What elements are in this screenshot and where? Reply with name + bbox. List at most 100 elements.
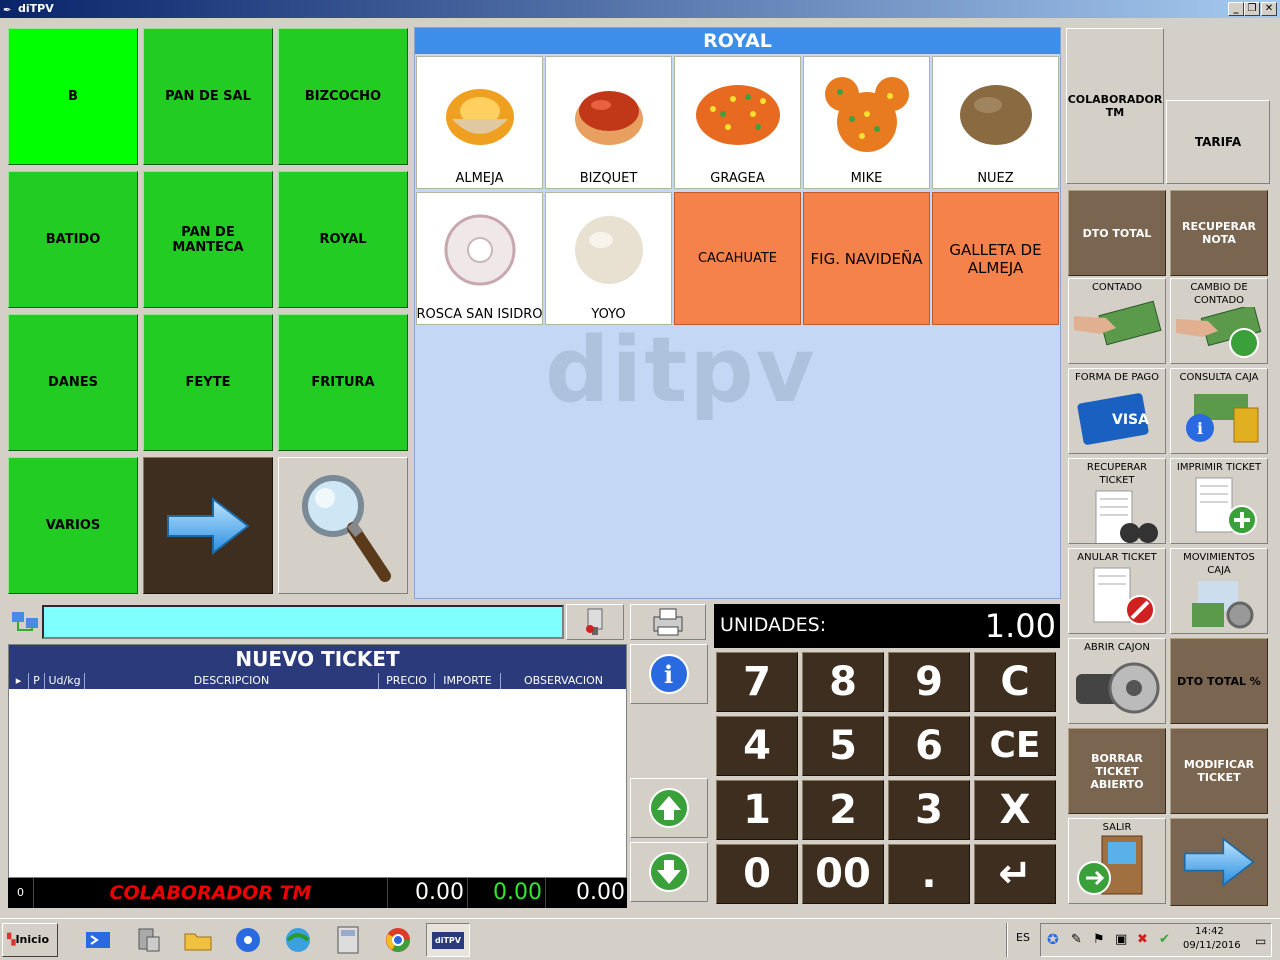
row-indicator: ▸ [9,673,29,689]
product-mike[interactable]: MIKE [803,56,930,189]
ticket-total-3: 0.00 [576,880,625,905]
family-button-pan-de-sal[interactable]: PAN DE SAL [143,28,273,165]
key-8[interactable]: 8 [802,652,884,712]
abrir-cajon-button[interactable]: ABRIR CAJON [1068,638,1166,724]
network-tray-icon[interactable]: ✪ [1047,932,1059,948]
media-taskbar-icon[interactable] [226,923,270,957]
colaborador-button[interactable]: COLABORADOR TM [1066,28,1164,184]
clock-date: 09/11/2016 [1183,940,1241,951]
printer-button[interactable] [630,604,706,640]
key-1[interactable]: 1 [716,780,798,840]
recuperar-nota-button[interactable]: RECUPERAR NOTA [1170,190,1268,276]
volume-muted-tray-icon[interactable]: ✖ [1137,932,1148,947]
language-indicator[interactable]: ES [1016,931,1030,944]
key-decimal[interactable]: . [888,844,970,904]
family-button-batido[interactable]: BATIDO [8,171,138,308]
dto-total-label: DTO TOTAL [1082,226,1152,240]
taskbar: ▚Inicio diTPV ES ✪ ✎ ⚑ ▣ ✖ ✔ 14:42 09/11… [0,918,1280,960]
flag-tray-icon[interactable]: ⚑ [1093,932,1105,947]
product-label: MIKE [850,171,883,186]
next-families-button[interactable] [143,457,273,594]
product-fig-navidena[interactable]: FIG. NAVIDEÑA [803,192,930,325]
barcode-scanner-button[interactable] [566,604,624,640]
dto-total-pct-button[interactable]: DTO TOTAL % [1170,638,1268,724]
product-cacahuate[interactable]: CACAHUATE [674,192,801,325]
colaborador-label: COLABORADOR TM [1067,93,1163,119]
rosca-image [444,214,515,285]
key-4[interactable]: 4 [716,716,798,776]
server-taskbar-icon[interactable] [126,923,170,957]
restore-button[interactable]: ❐ [1244,2,1260,16]
forma-de-pago-button[interactable]: FORMA DE PAGO VISA [1068,368,1166,454]
show-desktop-icon[interactable]: ▭ [1255,934,1266,948]
key-enter[interactable]: ↵ [974,844,1056,904]
info-button[interactable]: i [630,644,708,704]
column-observacion: OBSERVACION [524,674,603,687]
calculator-taskbar-icon[interactable] [326,923,370,957]
key-9[interactable]: 9 [888,652,970,712]
units-display: UNIDADES: 1.00 [714,604,1060,648]
product-bizquet[interactable]: BIZQUET [545,56,672,189]
key-multiply[interactable]: X [974,780,1056,840]
minimize-button[interactable]: _ [1228,2,1244,16]
scroll-up-button[interactable] [630,778,708,838]
folder-taskbar-icon[interactable] [176,923,220,957]
salir-button[interactable]: SALIR [1068,818,1166,904]
dto-total-button[interactable]: DTO TOTAL [1068,190,1166,276]
key-5[interactable]: 5 [802,716,884,776]
next-page-button[interactable] [1170,818,1268,906]
powershell-taskbar-icon[interactable] [76,923,120,957]
product-rosca-san-isidro[interactable]: ROSCA SAN ISIDRO [416,192,543,325]
start-button[interactable]: ▚Inicio [2,923,58,957]
borrar-ticket-abierto-button[interactable]: BORRAR TICKET ABIERTO [1068,728,1166,814]
modificar-ticket-button[interactable]: MODIFICAR TICKET [1170,728,1268,814]
movimientos-caja-button[interactable]: MOVIMIENTOS CAJA [1170,548,1268,634]
family-button-bizcocho[interactable]: BIZCOCHO [278,28,408,165]
browser-taskbar-icon[interactable] [276,923,320,957]
family-label: PAN DE SAL [165,89,251,104]
anular-ticket-button[interactable]: ANULAR TICKET [1068,548,1166,634]
key-2[interactable]: 2 [802,780,884,840]
family-label: B [68,89,78,104]
ditpv-taskbar-button[interactable]: diTPV [426,923,470,957]
scroll-down-button[interactable] [630,842,708,902]
chrome-taskbar-icon[interactable] [376,923,420,957]
product-almeja[interactable]: ALMEJA [416,56,543,189]
product-gragea[interactable]: GRAGEA [674,56,801,189]
family-label: PAN DE MANTECA [172,224,244,255]
family-button-royal[interactable]: ROYAL [278,171,408,308]
close-button[interactable]: ✕ [1261,2,1277,16]
barcode-input[interactable] [42,605,564,639]
key-00[interactable]: 00 [802,844,884,904]
search-product-button[interactable] [278,457,408,594]
key-clear[interactable]: C [974,652,1056,712]
family-button-pan-de-manteca[interactable]: PAN DE MANTECA [143,171,273,308]
tool-tray-icon[interactable]: ✎ [1071,932,1082,947]
key-lock-icon [1076,662,1160,714]
recuperar-ticket-button[interactable]: RECUPERAR TICKET [1068,458,1166,544]
family-label: DANES [48,375,98,390]
product-nuez[interactable]: NUEZ [932,56,1059,189]
key-6[interactable]: 6 [888,716,970,776]
product-yoyo[interactable]: YOYO [545,192,672,325]
consulta-caja-button[interactable]: CONSULTA CAJA i [1170,368,1268,454]
tarifa-button[interactable]: TARIFA [1166,100,1270,184]
key-7[interactable]: 7 [716,652,798,712]
key-0[interactable]: 0 [716,844,798,904]
key-3[interactable]: 3 [888,780,970,840]
family-button-varios[interactable]: VARIOS [8,457,138,594]
nuez-image [959,84,1032,145]
family-label: ROYAL [319,232,367,247]
contado-button[interactable]: CONTADO [1068,278,1166,364]
key-clear-entry[interactable]: CE [974,716,1056,776]
security-tray-icon[interactable]: ✔ [1159,932,1170,947]
family-button-fritura[interactable]: FRITURA [278,314,408,451]
family-button-feyte[interactable]: FEYTE [143,314,273,451]
imprimir-ticket-button[interactable]: IMPRIMIR TICKET [1170,458,1268,544]
ditpv-taskbar-label: diTPV [432,931,464,949]
product-galleta-de-almeja[interactable]: GALLETA DE ALMEJA [932,192,1059,325]
family-button-b[interactable]: B [8,28,138,165]
cambio-contado-button[interactable]: CAMBIO DE CONTADO [1170,278,1268,364]
family-button-danes[interactable]: DANES [8,314,138,451]
display-tray-icon[interactable]: ▣ [1115,932,1127,947]
